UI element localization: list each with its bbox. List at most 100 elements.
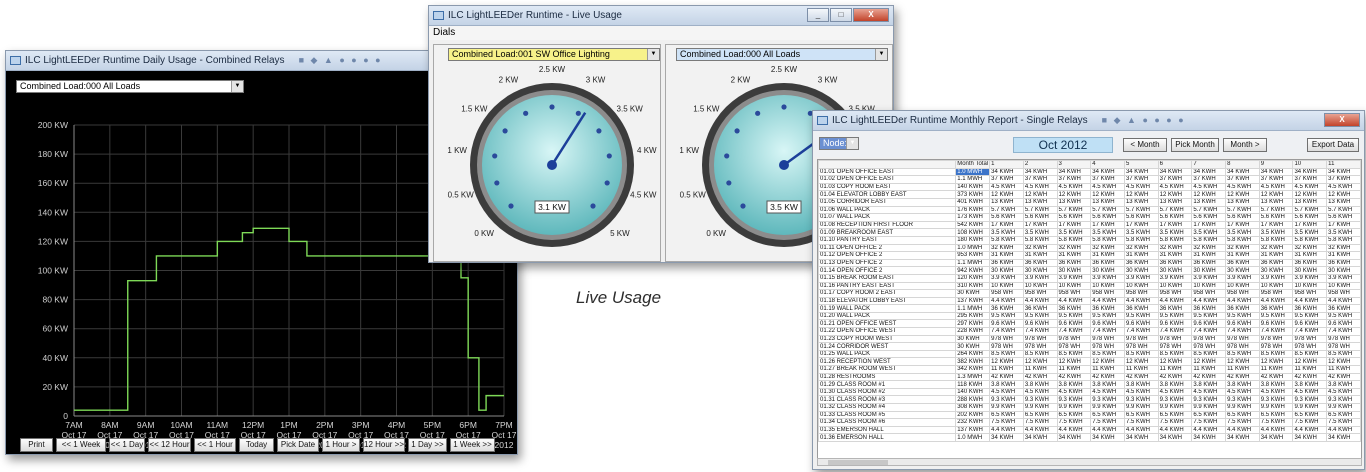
table-cell[interactable]: 31 KWH: [1157, 251, 1193, 260]
table-cell[interactable]: 37 KWH: [1326, 175, 1361, 184]
table-cell[interactable]: 9.9 KWH: [1123, 403, 1159, 412]
table-cell[interactable]: 34 KWH: [1157, 167, 1193, 177]
table-cell[interactable]: 36 KWH: [1157, 304, 1193, 313]
table-cell[interactable]: 17 KWH: [1191, 220, 1227, 230]
column-header[interactable]: 5: [1123, 160, 1159, 169]
table-cell[interactable]: 11 KWH: [989, 365, 1024, 374]
table-cell[interactable]: 9.9 KWH: [989, 403, 1024, 412]
table-cell[interactable]: 9.5 KWH: [1191, 311, 1227, 321]
table-cell[interactable]: 9.6 KWH: [989, 319, 1024, 329]
table-cell[interactable]: 4.4 KWH: [1258, 425, 1294, 435]
nav-button-7[interactable]: 1 Hour >: [322, 438, 360, 452]
table-cell[interactable]: 36 KWH: [1326, 304, 1361, 313]
table-cell[interactable]: 30 KWH: [955, 289, 991, 298]
table-cell[interactable]: 6.5 KWH: [1090, 410, 1125, 420]
table-cell[interactable]: 32 KWH: [1292, 243, 1328, 253]
column-header[interactable]: 7: [1191, 160, 1227, 169]
table-cell[interactable]: 118 KWH: [955, 380, 991, 389]
table-cell[interactable]: 11 KWH: [1225, 365, 1260, 374]
table-cell[interactable]: 9.6 KWH: [1225, 319, 1260, 329]
table-cell[interactable]: 9.5 KWH: [1157, 311, 1193, 321]
table-cell[interactable]: 3.8 KWH: [1258, 380, 1294, 389]
table-cell[interactable]: 6.5 KWH: [1123, 410, 1159, 420]
table-cell[interactable]: 42 KWH: [1258, 372, 1294, 382]
table-cell[interactable]: 7.5 KWH: [1326, 418, 1361, 427]
table-cell[interactable]: 5.6 KWH: [1326, 213, 1361, 222]
nav-button-6[interactable]: Pick Date: [277, 438, 319, 452]
table-cell[interactable]: 5.8 KWH: [1326, 235, 1361, 245]
table-cell[interactable]: 7.5 KWH: [989, 418, 1024, 427]
table-row[interactable]: 01.36 EMERSON HALL 1.0 MWH 34 KWH 34 KWH 34 …: [818, 433, 1361, 442]
table-cell[interactable]: 12 KWH: [1056, 190, 1092, 199]
table-cell[interactable]: 17 KWH: [1292, 220, 1328, 230]
table-cell[interactable]: 4.5 KWH: [1326, 182, 1361, 192]
table-cell[interactable]: 958 WH: [989, 289, 1024, 298]
table-cell[interactable]: 978 WH: [1123, 342, 1159, 351]
table-cell[interactable]: 3.5 KWH: [1056, 228, 1092, 237]
table-cell[interactable]: 978 WH: [1191, 342, 1227, 351]
table-row[interactable]: 01.20 WALL PACK 295 KWH 9.5 KWH 9.5 KWH 9.5 …: [818, 311, 1361, 321]
table-cell[interactable]: 7.5 KWH: [1191, 418, 1227, 427]
table-cell[interactable]: 1.1 MWH: [955, 304, 991, 313]
table-cell[interactable]: 4.4 KWH: [1191, 296, 1227, 306]
table-cell[interactable]: 3.5 KWH: [1258, 228, 1294, 237]
table-cell[interactable]: 42 KWH: [1225, 372, 1260, 382]
live-titlebar[interactable]: ILC LightLEEDer Runtime - Live Usage _ □…: [429, 6, 893, 26]
table-cell[interactable]: 3.9 KWH: [1090, 273, 1125, 283]
table-cell[interactable]: 32 KWH: [1157, 243, 1193, 253]
table-row[interactable]: 01.16 PANTRY EAST EAST 310 KWH 10 KWH 10 KW…: [818, 281, 1361, 291]
table-cell[interactable]: 36 KWH: [1191, 304, 1227, 313]
table-cell[interactable]: 13 KWH: [1225, 197, 1260, 207]
table-cell[interactable]: 42 KWH: [1123, 372, 1159, 382]
table-cell[interactable]: 120 KWH: [955, 273, 991, 283]
table-cell[interactable]: 7.4 KWH: [1191, 327, 1227, 336]
table-cell[interactable]: 4.5 KWH: [1090, 387, 1125, 397]
table-row[interactable]: 01.19 WALL PACK 1.1 MWH 36 KWH 36 KWH 36 KWH…: [818, 304, 1361, 313]
table-cell[interactable]: 9.5 KWH: [1123, 311, 1159, 321]
table-cell[interactable]: 8.5 KWH: [1056, 349, 1092, 359]
table-cell[interactable]: 11 KWH: [1090, 365, 1125, 374]
table-cell[interactable]: 978 WH: [989, 342, 1024, 351]
table-cell[interactable]: 17 KWH: [1123, 220, 1159, 230]
table-row[interactable]: 01.29 CLASS ROOM #1 118 KWH 3.8 KWH 3.8 KWH…: [818, 380, 1361, 389]
table-cell[interactable]: 34 KWH: [1022, 167, 1058, 177]
table-cell[interactable]: 9.6 KWH: [1326, 319, 1361, 329]
table-cell[interactable]: 958 WH: [1022, 289, 1058, 298]
close-button[interactable]: X: [1324, 113, 1360, 127]
table-cell[interactable]: 978 WH: [1326, 334, 1361, 344]
table-cell[interactable]: 34 KWH: [1258, 433, 1294, 442]
table-cell[interactable]: 37 KWH: [1157, 175, 1193, 184]
table-row[interactable]: 01.02 OPEN OFFICE EAST 1.1 MWH 37 KWH 37 KW…: [818, 175, 1361, 184]
table-cell[interactable]: 17 KWH: [1326, 220, 1361, 230]
table-row[interactable]: 01.23 COPY ROOM WEST 30 KWH 978 WH 978 WH 97…: [818, 334, 1361, 344]
table-cell[interactable]: 297 KWH: [955, 319, 991, 329]
table-cell[interactable]: 1.0 MWH: [955, 167, 991, 177]
table-cell[interactable]: 30 KWH: [1022, 266, 1058, 275]
menu-dials[interactable]: Dials: [429, 26, 893, 40]
table-cell[interactable]: 9.6 KWH: [1056, 319, 1092, 329]
table-cell[interactable]: 13 KWH: [1326, 197, 1361, 207]
table-cell[interactable]: 42 KWH: [989, 372, 1024, 382]
table-cell[interactable]: 6.5 KWH: [1326, 410, 1361, 420]
table-cell[interactable]: 4.5 KWH: [1090, 182, 1125, 192]
column-header[interactable]: 4: [1090, 160, 1125, 169]
table-cell[interactable]: 4.5 KWH: [989, 182, 1024, 192]
table-row[interactable]: 01.17 COPY ROOM 2 EAST 30 KWH 958 WH 958 WH…: [818, 289, 1361, 298]
column-header[interactable]: 10: [1292, 160, 1328, 169]
table-cell[interactable]: 31 KWH: [1090, 251, 1125, 260]
table-cell[interactable]: 7.4 KWH: [1022, 327, 1058, 336]
table-cell[interactable]: 978 WH: [1022, 334, 1058, 344]
table-cell[interactable]: 3.9 KWH: [1123, 273, 1159, 283]
table-cell[interactable]: 4.4 KWH: [1292, 425, 1328, 435]
table-cell[interactable]: 9.9 KWH: [1191, 403, 1227, 412]
table-cell[interactable]: 978 WH: [1056, 334, 1092, 344]
table-cell[interactable]: 8.5 KWH: [1191, 349, 1227, 359]
table-cell[interactable]: 4.5 KWH: [1258, 182, 1294, 192]
table-cell[interactable]: 34 KWH: [1123, 167, 1159, 177]
table-cell[interactable]: 30 KWH: [1157, 266, 1193, 275]
table-cell[interactable]: 13 KWH: [989, 197, 1024, 207]
table-cell[interactable]: 34 KWH: [1225, 167, 1260, 177]
nav-button-0[interactable]: Print: [20, 438, 53, 452]
table-cell[interactable]: 4.4 KWH: [1225, 425, 1260, 435]
table-cell[interactable]: 308 KWH: [955, 403, 991, 412]
